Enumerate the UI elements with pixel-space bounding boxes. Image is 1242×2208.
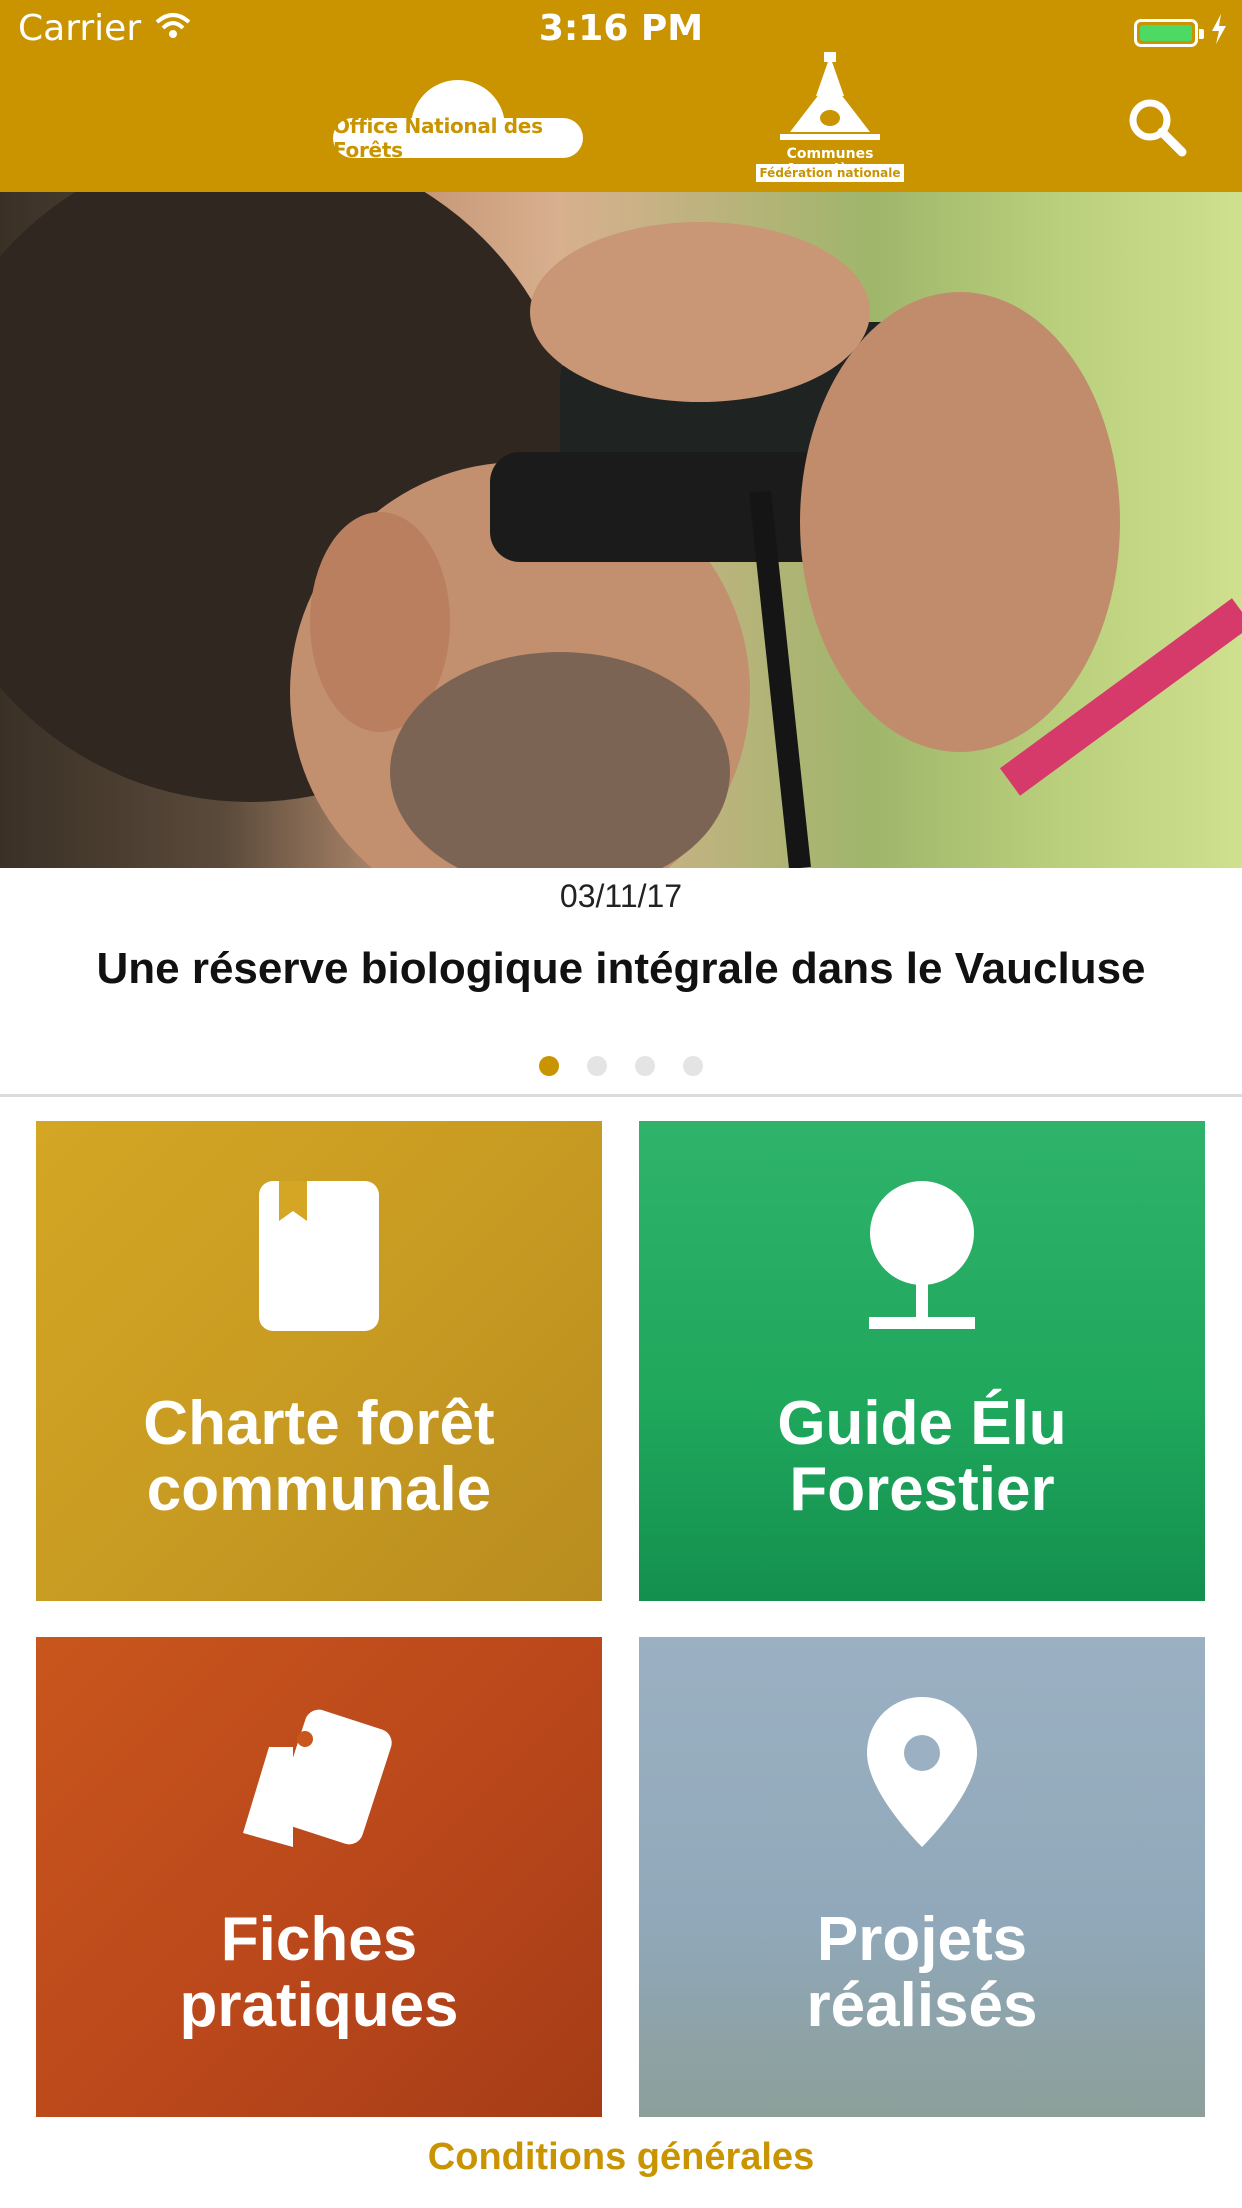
tree-icon (639, 1181, 1205, 1331)
page-dot-4[interactable] (683, 1056, 703, 1076)
status-right (1134, 12, 1228, 53)
charging-icon (1210, 12, 1228, 53)
page-dot-2[interactable] (587, 1056, 607, 1076)
status-time: 3:16 PM (538, 8, 704, 49)
section-divider (0, 1094, 1242, 1097)
tile-fiches-pratiques[interactable]: Fiches pratiques (36, 1637, 602, 2117)
tile-label-line2: Forestier (789, 1455, 1055, 1524)
cf-logo-subtext: Fédération nationale (756, 164, 904, 182)
page-dot-3[interactable] (635, 1056, 655, 1076)
tile-label-line1: Projets (816, 1905, 1028, 1974)
man-with-binoculars-photo (0, 192, 1242, 868)
tile-label-line1: Fiches (220, 1905, 418, 1974)
top-bar: Carrier 3:16 PM Office National des Forê… (0, 0, 1242, 192)
cards-icon (36, 1697, 602, 1847)
news-title[interactable]: Une réserve biologique intégrale dans le… (0, 944, 1242, 994)
onf-logo-text: Office National des Forêts (333, 114, 583, 162)
tile-label-line1: Charte forêt (143, 1389, 495, 1458)
tile-projets-realises[interactable]: Projets réalisés (639, 1637, 1205, 2117)
communes-forestieres-logo[interactable]: Communes forestières Fédération national… (750, 52, 910, 182)
page-dot-1[interactable] (539, 1056, 559, 1076)
onf-logo[interactable]: Office National des Forêts (333, 80, 583, 162)
search-button[interactable] (1124, 94, 1188, 158)
church-tree-emblem-icon (780, 52, 880, 140)
tile-charte-foret-communale[interactable]: Charte forêt communale (36, 1121, 602, 1601)
tile-label: Projets réalisés (639, 1907, 1205, 2039)
map-pin-icon (639, 1697, 1205, 1847)
carousel-image[interactable] (0, 192, 1242, 868)
tile-label: Fiches pratiques (36, 1907, 602, 2039)
conditions-generales-link[interactable]: Conditions générales (0, 2136, 1242, 2179)
tile-label: Guide Élu Forestier (639, 1391, 1205, 1523)
tile-label-line2: réalisés (806, 1971, 1038, 2040)
news-date: 03/11/17 (559, 878, 683, 914)
tile-label-line1: Guide Élu (777, 1389, 1067, 1458)
carousel-page-indicator[interactable] (0, 1056, 1242, 1076)
battery-icon (1134, 18, 1204, 47)
tile-label-line2: pratiques (179, 1971, 459, 2040)
book-bookmark-icon (36, 1181, 602, 1331)
tile-label: Charte forêt communale (36, 1391, 602, 1523)
tile-guide-elu-forestier[interactable]: Guide Élu Forestier (639, 1121, 1205, 1601)
status-bar: Carrier 3:16 PM (0, 0, 1242, 62)
tile-label-line2: communale (146, 1455, 492, 1524)
search-icon (1129, 99, 1187, 157)
